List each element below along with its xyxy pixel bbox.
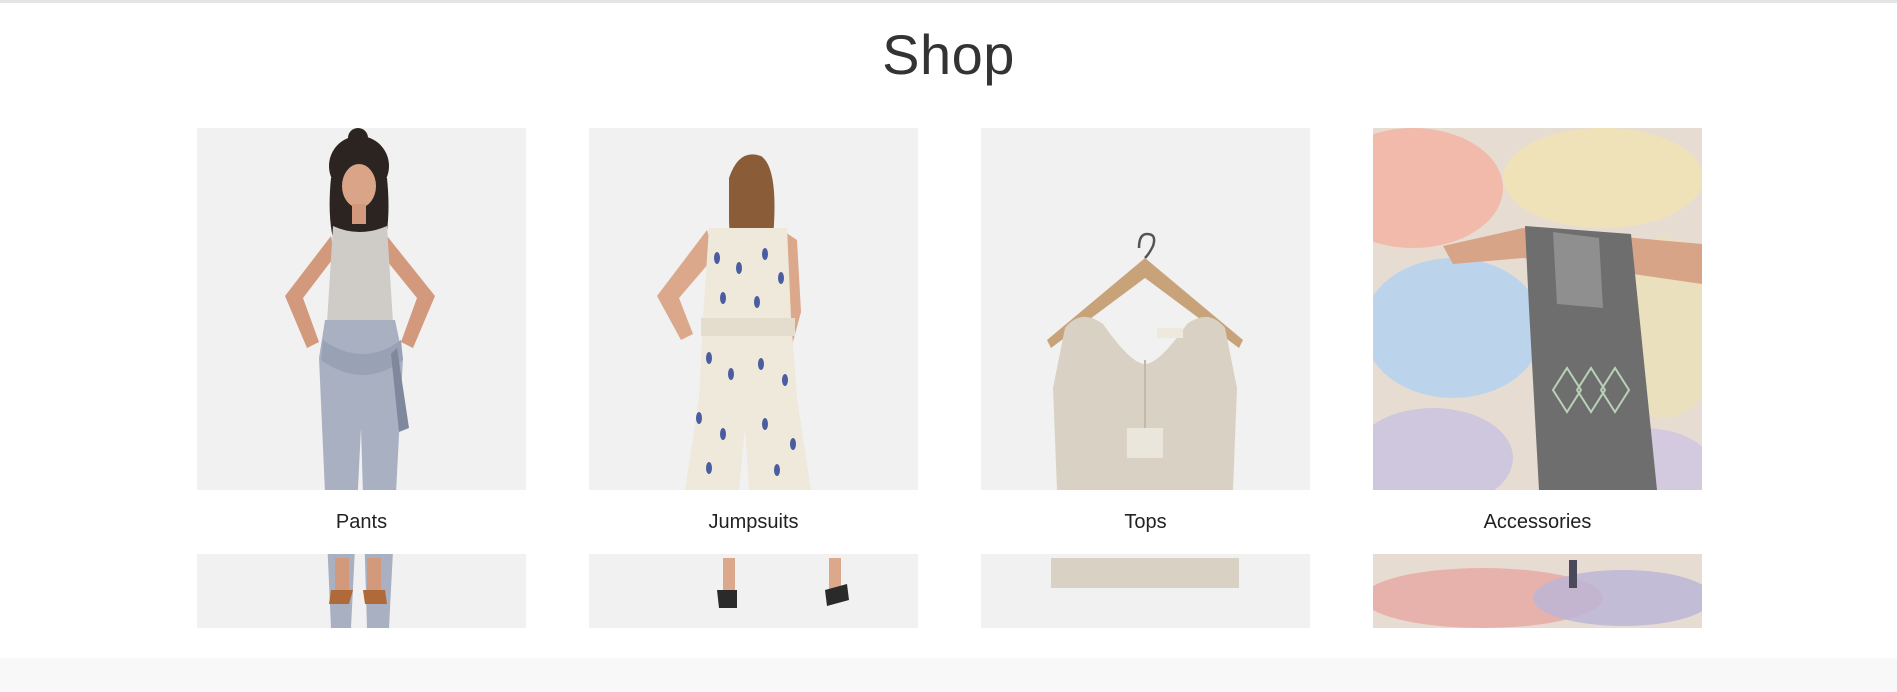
category-label-pants[interactable]: Pants [336,511,387,534]
category-card-tops[interactable]: Tops [981,128,1310,628]
footer-band [0,658,1897,692]
category-card-accessories[interactable]: Accessories [1373,128,1702,628]
category-label-accessories[interactable]: Accessories [1484,511,1592,534]
category-card-jumpsuits[interactable]: Jumpsuits [589,128,918,628]
category-label-band: Accessories [1373,490,1702,554]
category-label-jumpsuits[interactable]: Jumpsuits [708,511,798,534]
category-label-tops[interactable]: Tops [1124,511,1166,534]
category-label-band: Jumpsuits [589,490,918,554]
page-title: Shop [882,23,1015,86]
top-divider [0,0,1897,3]
category-card-pants[interactable]: Pants [197,128,526,628]
category-label-band: Tops [981,490,1310,554]
category-label-band: Pants [197,490,526,554]
